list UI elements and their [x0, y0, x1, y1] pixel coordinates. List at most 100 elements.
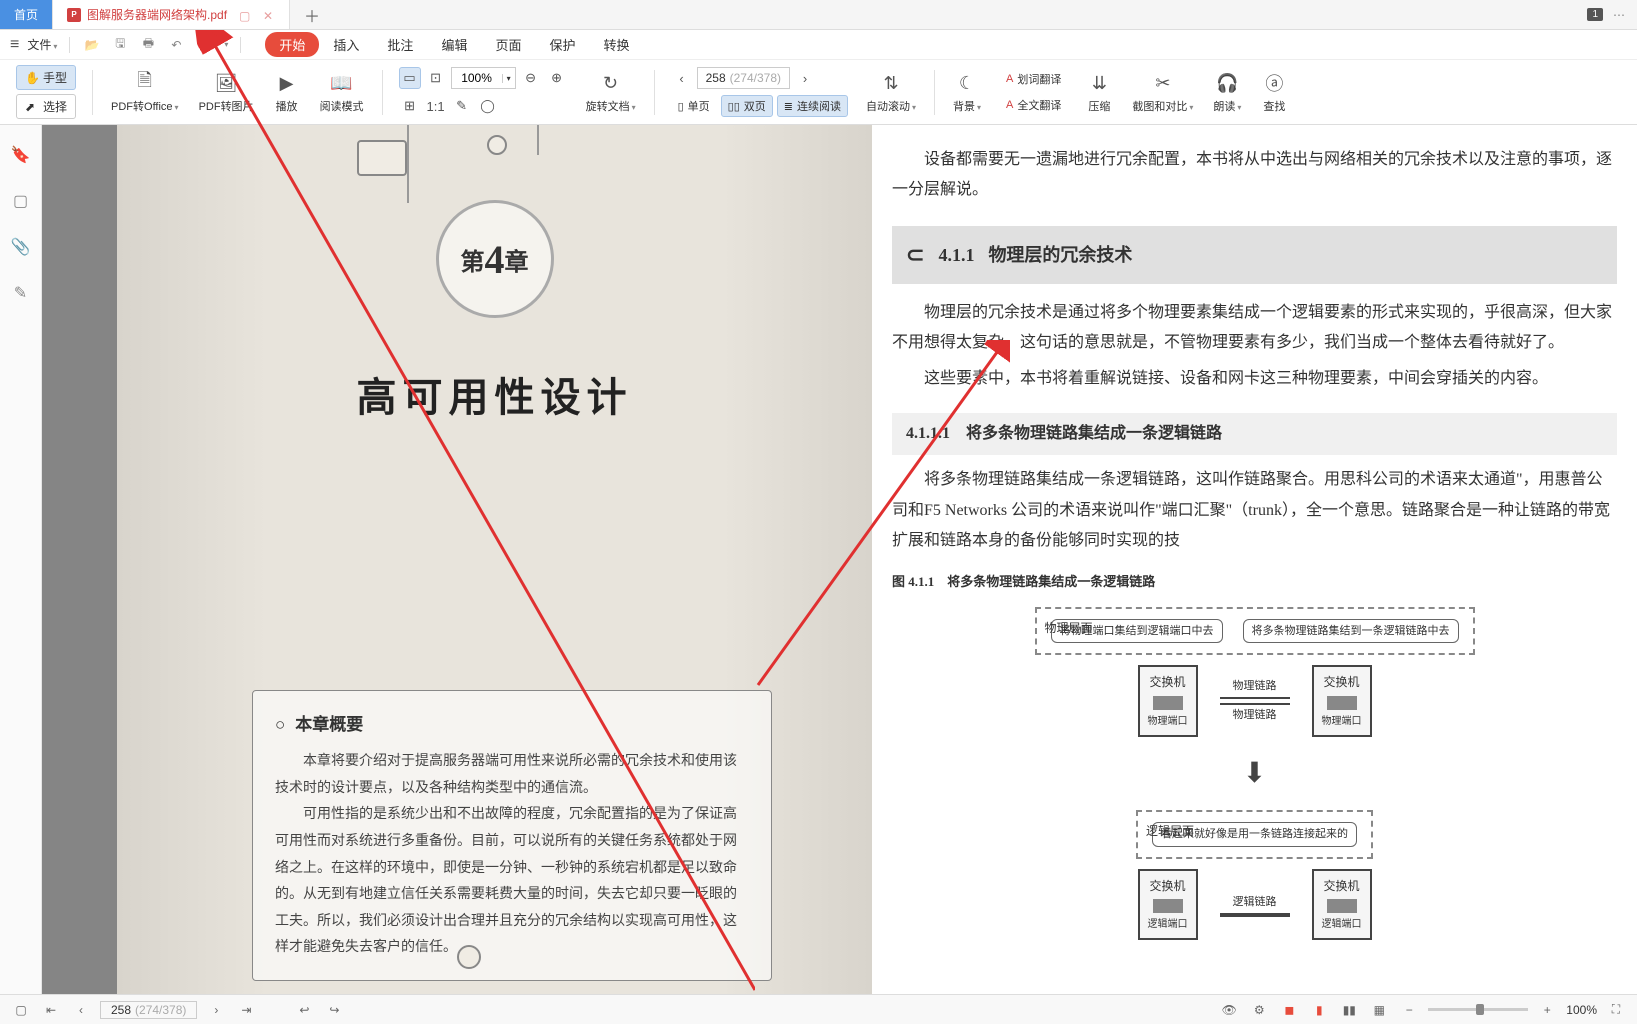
pdf-to-image-button[interactable]: 🖼PDF转图片: [191, 70, 262, 114]
body-paragraph: 这些要素中，本书将着重解说链接、设备和网卡这三种物理要素，中间会穿插关的内容。: [892, 364, 1617, 394]
menu-protect[interactable]: 保护: [535, 31, 589, 58]
find-button[interactable]: ⓐ查找: [1253, 70, 1295, 114]
zoom-combo[interactable]: ▾: [451, 67, 516, 89]
hamburger-icon[interactable]: ≡: [10, 36, 19, 54]
actual-size-icon[interactable]: 1:1: [425, 95, 447, 117]
tab-home[interactable]: 首页: [0, 0, 53, 29]
chevron-down-icon[interactable]: ▾: [502, 74, 515, 83]
ribbon-toolbar: ✋手型 ⬈选择 🗎PDF转Office▾ 🖼PDF转图片 ▶播放 📖阅读模式 ▭…: [0, 60, 1637, 125]
next-page-icon[interactable]: ›: [794, 67, 816, 89]
fit-page-icon[interactable]: ⊡: [425, 67, 447, 89]
diagram-switch-box: 交换机物理端口: [1312, 665, 1372, 737]
zoom-in-icon[interactable]: ⊕: [546, 67, 568, 89]
decor-icon: ⊂: [906, 234, 924, 276]
eyedropper-icon[interactable]: ✎: [451, 95, 473, 117]
figure-diagram: 物理层面 将物理端口集结到逻辑端口中去 将多条物理链路集结到一条逻辑链路中去 交…: [892, 607, 1617, 940]
document-viewport[interactable]: 第4章 高可用性设计 ○本章概要 本章将要介绍对于提高服务器端可用性来说所必需的…: [42, 125, 1637, 994]
continuous-icon: ≣: [784, 100, 793, 113]
marquee-icon[interactable]: ◯: [477, 95, 499, 117]
left-sidebar: 🔖 ▢ 📎 ✎: [0, 125, 42, 994]
nav-forward-icon[interactable]: ↪: [323, 999, 345, 1021]
translate-icon: A: [1006, 99, 1013, 111]
undo-icon[interactable]: ↶: [166, 35, 186, 55]
panel-toggle-icon[interactable]: ▢: [10, 999, 32, 1021]
first-page-icon[interactable]: ⇤: [40, 999, 62, 1021]
mode-single-icon[interactable]: ▮: [1308, 999, 1330, 1021]
bookmark-icon[interactable]: 🔖: [11, 145, 31, 165]
last-page-icon[interactable]: ⇥: [235, 999, 257, 1021]
double-page-button[interactable]: ▯▯双页: [721, 95, 773, 117]
annotations-icon[interactable]: ✎: [11, 283, 31, 303]
tab-document[interactable]: 图解服务器端网络架构.pdf ▢ ✕: [53, 0, 290, 29]
fit-icon[interactable]: ⊞: [399, 95, 421, 117]
word-translate-button[interactable]: A划词翻译: [999, 68, 1068, 90]
zoom-out-icon[interactable]: −: [1398, 999, 1420, 1021]
menu-convert[interactable]: 转换: [589, 31, 643, 58]
save-icon[interactable]: 🖫: [110, 35, 130, 55]
zoom-slider[interactable]: [1428, 1008, 1528, 1011]
fit-width-icon[interactable]: ▭: [399, 67, 421, 89]
diagram-logical-layer: 逻辑层面 看起来就好像是用一条链路连接起来的: [1136, 810, 1373, 858]
menu-edit[interactable]: 编辑: [427, 31, 481, 58]
mode-square-icon[interactable]: ◼: [1278, 999, 1300, 1021]
thumbnails-icon[interactable]: ▢: [11, 191, 31, 211]
file-menu[interactable]: 文件▾: [27, 36, 57, 53]
separator: [654, 70, 655, 115]
bullet-icon: ○: [275, 709, 285, 741]
close-icon[interactable]: ✕: [263, 9, 275, 21]
menu-annotate[interactable]: 批注: [373, 31, 427, 58]
compress-button[interactable]: ⇊压缩: [1078, 70, 1120, 114]
prev-page-icon[interactable]: ‹: [671, 67, 693, 89]
diagram-switch-box: 交换机物理端口: [1138, 665, 1198, 737]
attachments-icon[interactable]: 📎: [11, 237, 31, 257]
detach-icon[interactable]: ▢: [239, 9, 251, 21]
fullscreen-icon[interactable]: ⛶: [1605, 999, 1627, 1021]
menu-start[interactable]: 开始: [265, 32, 319, 57]
select-tool-button[interactable]: ⬈选择: [16, 94, 76, 119]
play-icon: ▶: [274, 70, 300, 96]
read-aloud-button[interactable]: 🎧朗读▾: [1205, 70, 1249, 114]
nav-back-icon[interactable]: ↩: [293, 999, 315, 1021]
play-button[interactable]: ▶播放: [266, 70, 308, 114]
prev-page-icon[interactable]: ‹: [70, 999, 92, 1021]
next-page-icon[interactable]: ›: [205, 999, 227, 1021]
rotate-icon: ↻: [598, 70, 624, 96]
decor-line: [537, 125, 539, 155]
tab-home-label: 首页: [14, 6, 38, 23]
background-button[interactable]: ☾背景▾: [945, 70, 989, 114]
rotate-document-button[interactable]: ↻旋转文档▾: [578, 70, 644, 114]
zoom-input[interactable]: [452, 71, 502, 85]
decor-box: [357, 140, 407, 176]
screenshot-compare-button[interactable]: ✂截图和对比▾: [1124, 70, 1201, 114]
mode-grid-icon[interactable]: ▦: [1368, 999, 1390, 1021]
reading-mode-button[interactable]: 📖阅读模式: [312, 70, 372, 114]
status-page-current: 258: [111, 1003, 131, 1017]
settings-icon[interactable]: ⚙: [1248, 999, 1270, 1021]
zoom-in-icon[interactable]: +: [1536, 999, 1558, 1021]
auto-scroll-button[interactable]: ⇅自动滚动▾: [858, 70, 924, 114]
continuous-read-button[interactable]: ≣连续阅读: [777, 95, 848, 117]
book-icon: 📖: [329, 70, 355, 96]
status-page-box[interactable]: 258 (274/378): [100, 1001, 197, 1019]
overview-paragraph: 本章将要介绍对于提高服务器端可用性来说所必需的冗余技术和使用该技术时的设计要点，…: [275, 749, 749, 802]
figure-label: 图 4.1.1 将多条物理链路集结成一条逻辑链路: [892, 570, 1617, 595]
single-page-button[interactable]: ▯单页: [671, 95, 717, 117]
menu-insert[interactable]: 插入: [319, 31, 373, 58]
chevron-down-icon[interactable]: ▾: [224, 40, 228, 49]
redo-icon[interactable]: ↷: [194, 35, 214, 55]
overview-paragraph: 可用性指的是系统少出和不出故障的程度，冗余配置指的是为了保证高可用性而对系统进行…: [275, 802, 749, 962]
pointer-icon: ⬈: [25, 100, 39, 114]
page-left: 第4章 高可用性设计 ○本章概要 本章将要介绍对于提高服务器端可用性来说所必需的…: [117, 125, 872, 994]
open-icon[interactable]: 📂: [82, 35, 102, 55]
eye-icon[interactable]: 👁: [1218, 999, 1240, 1021]
pdf-to-office-button[interactable]: 🗎PDF转Office▾: [103, 70, 187, 114]
new-tab-button[interactable]: ＋: [290, 0, 334, 29]
hand-tool-button[interactable]: ✋手型: [16, 65, 76, 90]
print-icon[interactable]: 🖶: [138, 35, 158, 55]
menu-page[interactable]: 页面: [481, 31, 535, 58]
full-translate-button[interactable]: A全文翻译: [999, 94, 1068, 116]
page-input-box[interactable]: 258(274/378): [697, 67, 790, 89]
mode-double-icon[interactable]: ▮▮: [1338, 999, 1360, 1021]
overflow-menu-icon[interactable]: ⋯: [1613, 8, 1625, 22]
zoom-out-icon[interactable]: ⊖: [520, 67, 542, 89]
